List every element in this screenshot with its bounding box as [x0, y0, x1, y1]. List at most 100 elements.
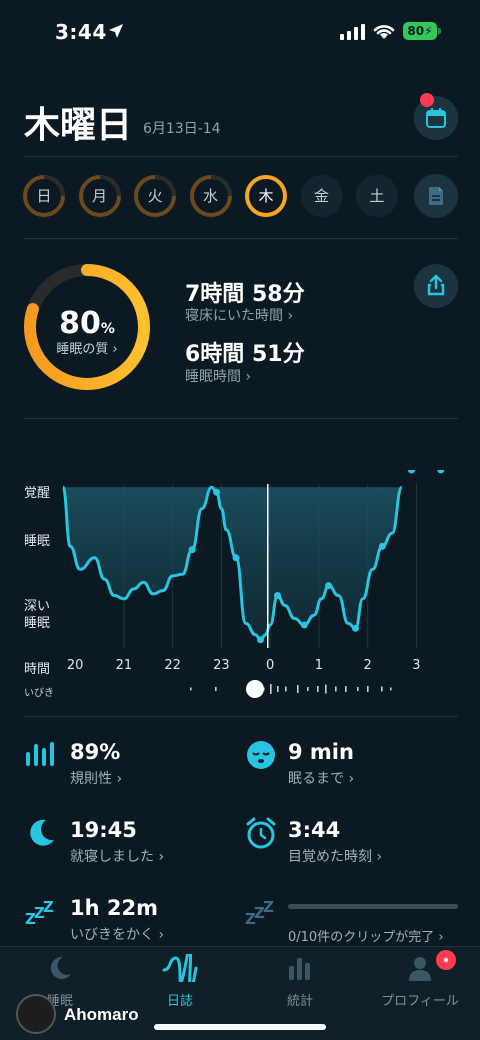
snore-mark	[297, 685, 299, 693]
snore-mark	[381, 686, 383, 692]
snore-mark	[277, 686, 279, 692]
event-dot	[325, 582, 333, 590]
wake-time-value: 3:44	[288, 818, 341, 842]
sleep-quality-value: 80%	[59, 306, 115, 341]
watermark-seal-icon	[16, 994, 56, 1034]
time-in-bed-value: 7時間 58分	[185, 282, 305, 307]
sleep-time-value: 6時間 51分	[185, 342, 305, 367]
sleepy-face-icon	[247, 741, 275, 769]
event-dot	[256, 636, 264, 644]
x-tick-label: 22	[164, 658, 181, 673]
svg-text:Z: Z	[263, 898, 274, 916]
page-title: 木曜日	[24, 105, 133, 146]
snore-mark	[390, 687, 392, 691]
fall-asleep-value: 9 min	[288, 740, 354, 764]
snore-clips-icon: Z Z Z	[245, 898, 274, 928]
x-tick-label: 3	[412, 658, 421, 673]
tab-profile[interactable]: プロフィール	[360, 954, 480, 1009]
regularity-value: 89%	[70, 740, 121, 764]
tab-label: プロフィール	[381, 994, 459, 1009]
snore-mark	[215, 687, 217, 691]
week-day-thursday[interactable]: 木	[244, 174, 288, 218]
x-tick-label: 20	[66, 658, 84, 673]
wake-time-label[interactable]: 目覚めた時刻 ›	[288, 846, 382, 866]
snore-timeline[interactable]	[185, 678, 405, 700]
regularity-bars-icon	[26, 742, 54, 766]
x-tick-label: 0	[266, 658, 275, 673]
status-time: 3:44	[55, 20, 107, 44]
x-tick-label: 1	[314, 658, 324, 673]
event-dot	[213, 488, 221, 496]
week-day-label: 日	[36, 187, 52, 205]
snore-mark	[345, 686, 347, 692]
x-tick-label: 2	[363, 658, 372, 673]
snore-mark	[357, 687, 359, 691]
fall-asleep-label[interactable]: 眠るまで ›	[288, 768, 354, 788]
alarm-clock-icon	[246, 817, 276, 849]
week-day-label: 月	[91, 187, 107, 205]
sleep-time-label[interactable]: 睡眠時間 ›	[185, 366, 251, 386]
event-dot	[437, 470, 445, 474]
event-dot	[408, 470, 416, 474]
x-tick-label: 23	[213, 658, 230, 673]
x-tick-label: 21	[115, 658, 133, 673]
snore-mark	[317, 686, 319, 692]
home-indicator[interactable]	[154, 1024, 326, 1030]
snoring-label[interactable]: いびきをかく ›	[70, 924, 164, 944]
snore-mark	[270, 684, 272, 694]
divider	[24, 156, 458, 157]
snore-mark	[285, 686, 287, 692]
snore-mark	[307, 687, 309, 691]
week-day-label: 火	[147, 187, 163, 205]
cellular-signal-icon	[340, 24, 365, 40]
week-day-saturday[interactable]: 土	[355, 174, 399, 218]
snore-mark	[325, 684, 327, 694]
clips-label[interactable]: 0/10件のクリップが完了 ›	[288, 926, 444, 945]
snore-row-label: いびき	[24, 688, 54, 699]
time-in-bed-label[interactable]: 寝床にいた時間 ›	[185, 305, 293, 325]
tab-sleep[interactable]: 睡眠	[0, 954, 120, 1009]
regularity-label[interactable]: 規則性 ›	[70, 768, 122, 788]
document-icon	[429, 187, 443, 205]
bar-chart-icon	[289, 958, 310, 980]
wifi-icon	[373, 25, 395, 39]
profile-notification-badge	[436, 950, 456, 970]
report-button[interactable]	[414, 174, 458, 218]
week-day-tuesday[interactable]: 火	[133, 174, 177, 218]
waveform-icon	[162, 946, 198, 994]
week-day-wednesday[interactable]: 水	[189, 174, 233, 218]
week-day-friday[interactable]: 金	[300, 174, 344, 218]
moon-icon	[30, 819, 54, 846]
week-day-label: 水	[202, 187, 218, 205]
event-dot	[232, 554, 240, 562]
tab-journal[interactable]: 日誌	[120, 946, 240, 1009]
battery-tip	[438, 28, 441, 34]
notification-dot	[420, 93, 434, 107]
calendar-icon	[426, 108, 446, 128]
snoring-zzz-icon: Z Z Z	[25, 898, 54, 928]
share-button[interactable]	[414, 264, 458, 308]
week-day-label: 金	[313, 187, 329, 205]
share-icon	[427, 274, 445, 296]
week-day-sunday[interactable]: 日	[22, 174, 66, 218]
snore-play-handle	[246, 680, 264, 698]
divider	[24, 238, 458, 239]
date-range: 6月13日-14	[143, 121, 221, 137]
sleep-quality-label[interactable]: 睡眠の質 ›	[34, 338, 140, 357]
bedtime-label[interactable]: 就寝しました ›	[70, 846, 164, 866]
bedtime-value: 19:45	[70, 818, 137, 842]
sleep-area	[63, 487, 402, 640]
event-dot	[274, 592, 281, 600]
snoring-value: 1h 22m	[70, 896, 158, 920]
week-day-monday[interactable]: 月	[78, 174, 122, 218]
snore-mark	[190, 687, 192, 691]
event-dot	[378, 542, 386, 550]
x-axis-title: 時間	[24, 662, 51, 677]
location-arrow-icon	[109, 24, 123, 38]
sleep-stage-chart[interactable]	[0, 470, 480, 655]
watermark-text: Ahomaro	[64, 1005, 139, 1024]
tab-stats[interactable]: 統計	[240, 954, 360, 1009]
divider	[24, 716, 458, 717]
clips-progress-bar	[288, 904, 458, 909]
snore-mark	[335, 686, 337, 692]
